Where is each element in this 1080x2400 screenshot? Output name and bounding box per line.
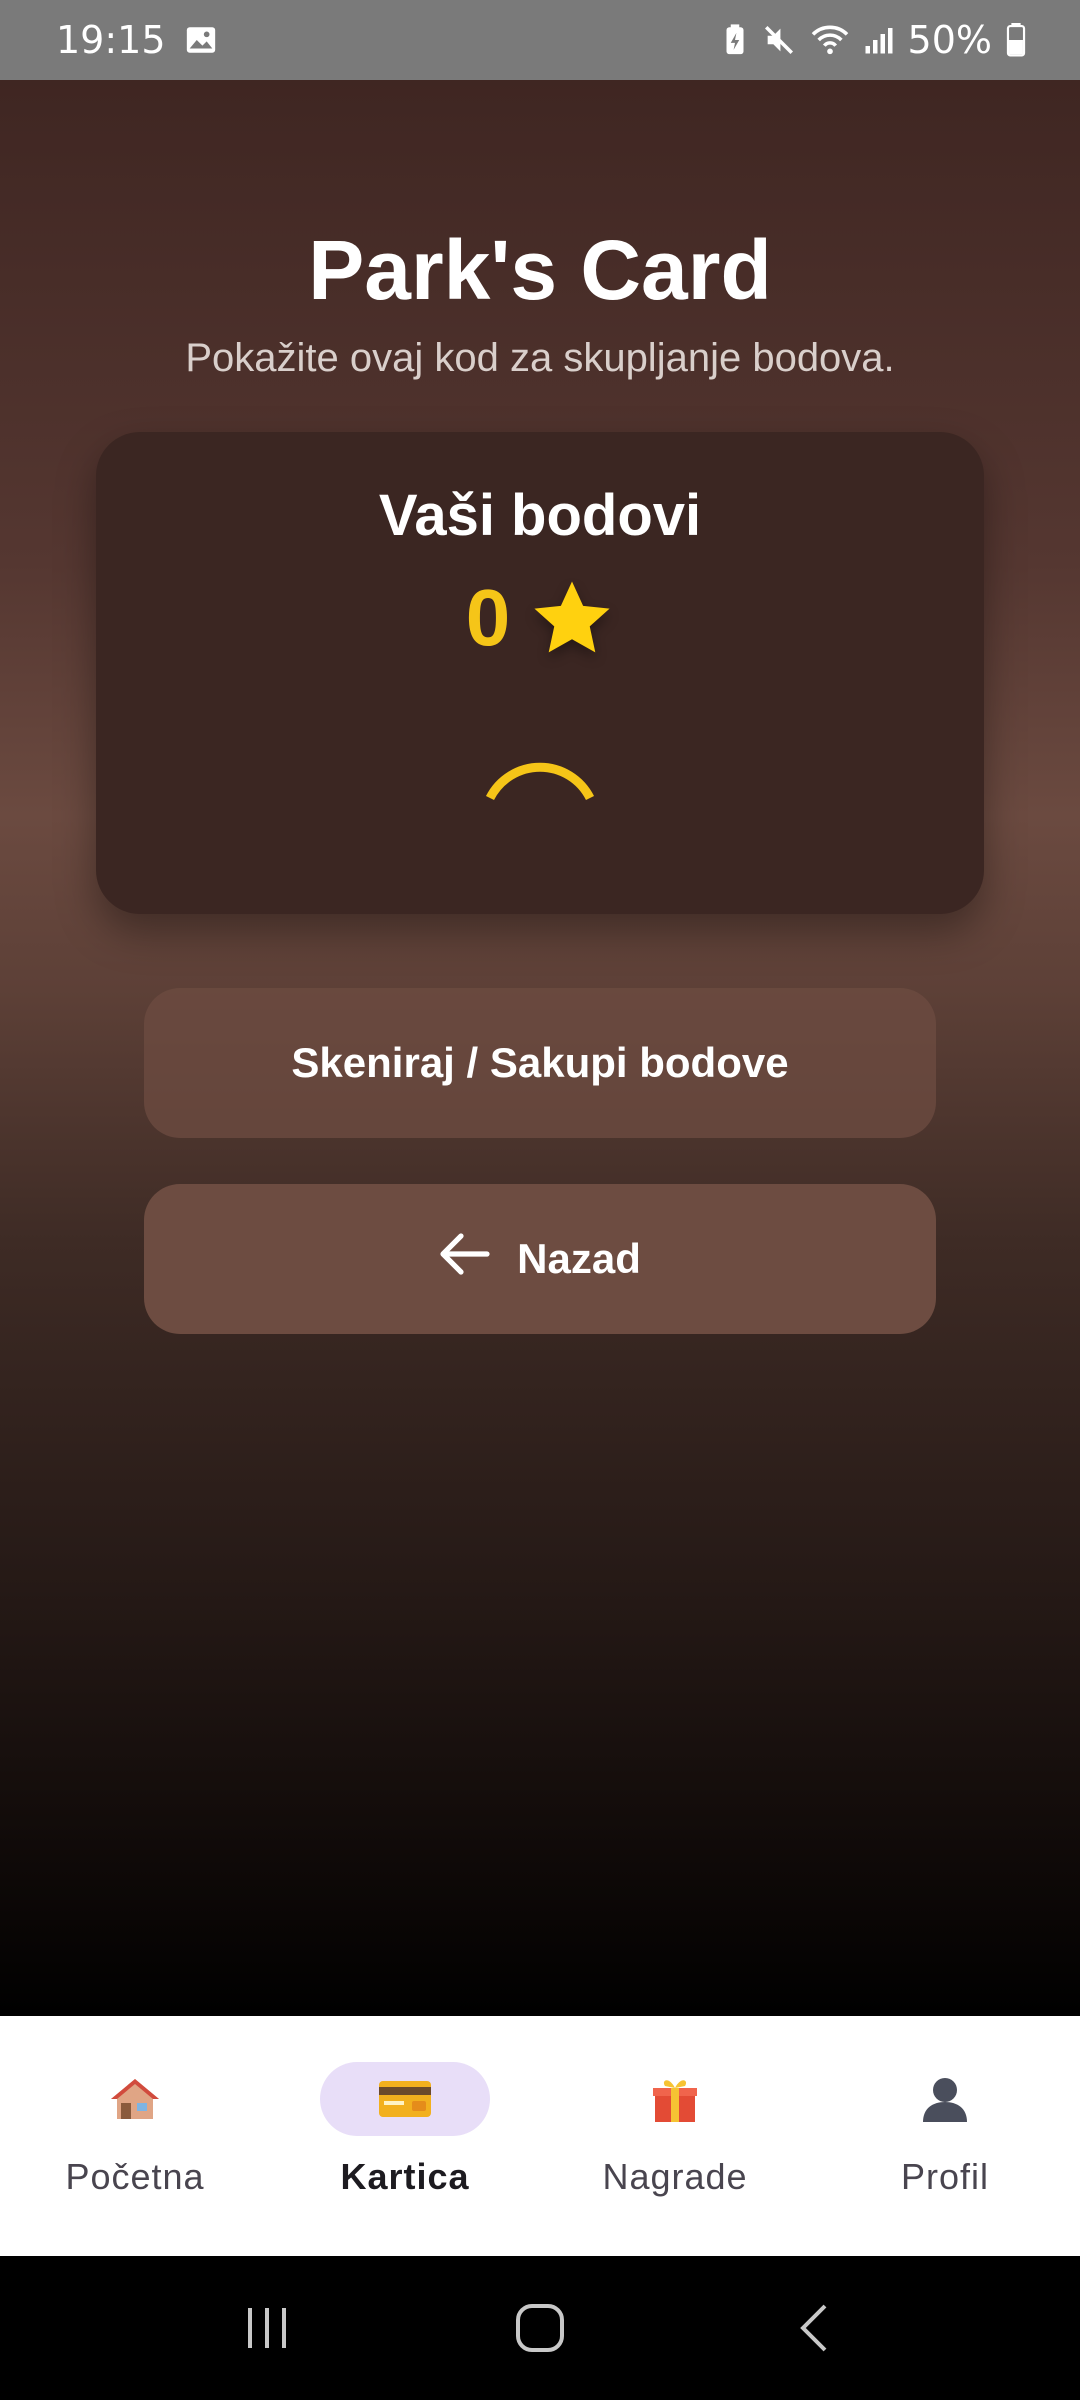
- gift-icon: [651, 2072, 699, 2126]
- recent-apps-button[interactable]: [217, 2288, 317, 2368]
- mute-icon: [762, 23, 796, 57]
- points-value: 0: [465, 573, 511, 662]
- bottom-navigation: Početna Kartica Nagrade Profil: [0, 2016, 1080, 2256]
- battery-percent: 50%: [907, 18, 992, 62]
- system-navigation-bar: [0, 2256, 1080, 2400]
- status-bar: 19:15 50%: [0, 0, 1080, 80]
- house-icon: [109, 2072, 161, 2126]
- nav-label: Početna: [65, 2156, 205, 2197]
- page-title: Park's Card: [308, 223, 772, 317]
- back-label: Nazad: [517, 1235, 641, 1282]
- home-button[interactable]: [490, 2288, 590, 2368]
- back-button[interactable]: Nazad: [144, 1184, 936, 1334]
- arrow-left-icon: [439, 1231, 491, 1287]
- star-icon: [530, 578, 614, 658]
- back-chevron-icon: [800, 2304, 827, 2352]
- gallery-icon: [184, 23, 218, 57]
- credit-card-icon: [378, 2072, 432, 2126]
- battery-saver-icon: [722, 23, 748, 57]
- scan-collect-button[interactable]: Skeniraj / Sakupi bodove: [144, 988, 936, 1138]
- points-card-title: Vaši bodovi: [378, 483, 702, 548]
- nav-label: Nagrade: [602, 2156, 748, 2197]
- signal-icon: [864, 25, 894, 55]
- wifi-icon: [810, 23, 850, 57]
- points-row: 0: [96, 572, 984, 664]
- nav-item-profil[interactable]: Profil: [810, 2016, 1080, 2256]
- status-time: 19:15: [56, 18, 166, 62]
- scan-collect-label: Skeniraj / Sakupi bodove: [291, 1039, 789, 1086]
- main-content: Park's Card Pokažite ovaj kod za skuplja…: [0, 80, 1080, 2016]
- back-nav-button[interactable]: [763, 2288, 863, 2368]
- status-left: 19:15: [56, 18, 218, 62]
- nav-item-kartica[interactable]: Kartica: [270, 2016, 540, 2256]
- battery-icon: [1006, 23, 1026, 57]
- home-icon: [515, 2304, 564, 2352]
- nav-label: Profil: [900, 2156, 990, 2197]
- nav-label: Kartica: [340, 2156, 470, 2197]
- nav-item-nagrade[interactable]: Nagrade: [540, 2016, 810, 2256]
- page-subtitle: Pokažite ovaj kod za skupljanje bodova.: [185, 336, 895, 380]
- points-card: Vaši bodovi 0: [96, 432, 984, 914]
- status-right: 50%: [722, 18, 1026, 62]
- recent-apps-icon: [247, 2308, 286, 2348]
- nav-item-pocetna[interactable]: Početna: [0, 2016, 270, 2256]
- loading-spinner: [485, 762, 595, 801]
- person-icon: [922, 2072, 968, 2126]
